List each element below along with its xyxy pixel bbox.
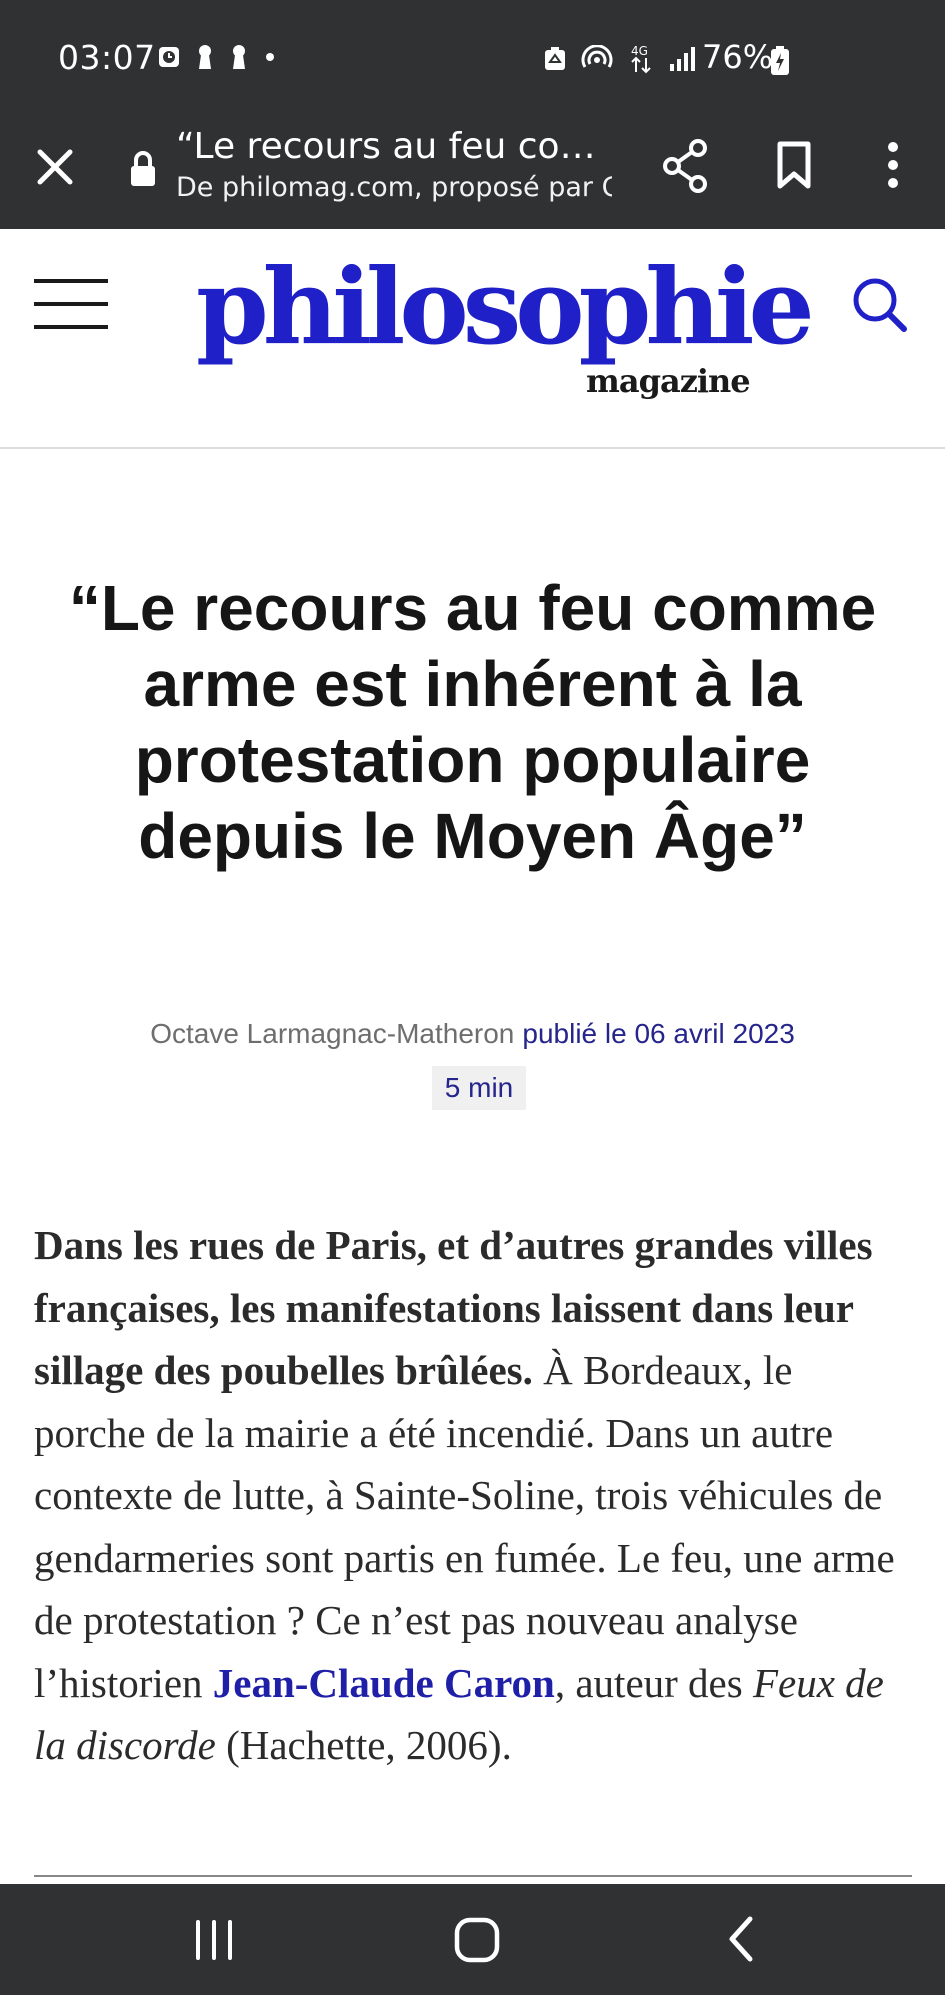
browser-toolbar: “Le recours au feu co… De philomag.com, … <box>0 114 945 229</box>
page-origin[interactable]: De philomag.com, proposé par Go <box>176 172 612 203</box>
svg-text:4G: 4G <box>631 44 648 58</box>
lede-text-2: , auteur des <box>554 1659 753 1706</box>
hamburger-line <box>34 302 108 306</box>
page-title[interactable]: “Le recours au feu co… <box>176 126 616 167</box>
navigation-bar <box>0 1884 945 1995</box>
clock-badge-icon <box>159 47 179 67</box>
lock-icon[interactable] <box>128 150 158 188</box>
battery-charging-icon <box>771 46 789 75</box>
data-arrows-icon: 4G <box>631 44 651 74</box>
hotspot-icon <box>581 45 613 68</box>
battery-percent: 76% <box>702 38 774 76</box>
keyhole-icon <box>199 45 211 69</box>
publish-date: publié le 06 avril 2023 <box>522 1018 795 1049</box>
read-time-badge: 5 min <box>432 1066 526 1110</box>
recent-apps-icon[interactable] <box>186 1918 242 1962</box>
logo-main-text: philosophie <box>196 245 815 368</box>
site-logo[interactable]: philosophie magazine <box>196 245 815 415</box>
article-lede: Dans les rues de Paris, et d’autres gran… <box>34 1214 914 1777</box>
share-icon[interactable] <box>660 138 710 194</box>
lede-text-3: (Hachette, 2006). <box>215 1722 512 1768</box>
byline: Octave Larmagnac-Matheron publié le 06 av… <box>0 1018 945 1050</box>
status-time: 03:07 <box>58 38 156 77</box>
recycle-icon <box>545 47 565 70</box>
bookmark-icon[interactable] <box>772 140 816 190</box>
status-icons-right: 4G <box>544 44 698 74</box>
menu-hamburger-icon[interactable] <box>34 279 110 335</box>
back-icon[interactable] <box>722 1914 762 1964</box>
author-link[interactable]: Jean-Claude Caron <box>213 1660 555 1706</box>
search-icon[interactable] <box>850 275 910 335</box>
status-bar: 03:07 4G 76% <box>0 0 945 114</box>
site-header: philosophie magazine <box>0 229 945 449</box>
article-title: “Le recours au feu comme arme est inhére… <box>68 572 877 872</box>
section-divider <box>34 1875 912 1877</box>
status-icons-left <box>158 44 276 70</box>
home-icon[interactable] <box>452 1916 502 1964</box>
close-icon[interactable] <box>32 144 78 190</box>
hamburger-line <box>34 279 108 283</box>
more-options-icon[interactable] <box>878 140 908 190</box>
dot-icon <box>266 53 274 61</box>
signal-icon <box>670 47 695 71</box>
keyhole-icon <box>233 45 245 69</box>
hamburger-line <box>34 325 108 329</box>
logo-sub-text: magazine <box>586 362 751 400</box>
author-name[interactable]: Octave Larmagnac-Matheron <box>150 1018 514 1049</box>
lede-text-1: À Bordeaux, le porche de la mairie a été… <box>34 1347 895 1706</box>
